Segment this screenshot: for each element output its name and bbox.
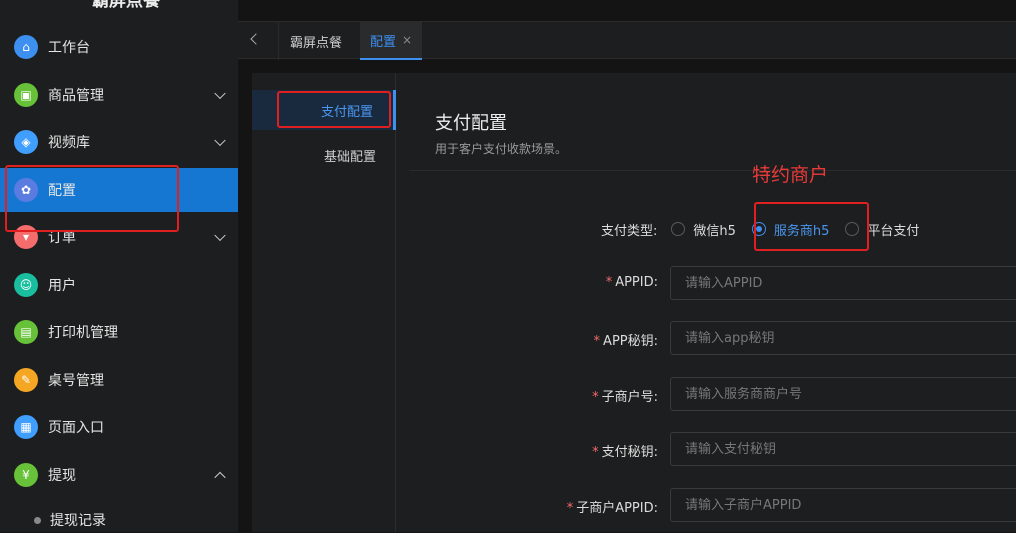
field-label-text: 子商户号: xyxy=(601,390,658,405)
sidebar-item-goods[interactable]: ▣ 商品管理 xyxy=(0,73,238,117)
radio-label: 服务商h5 xyxy=(773,223,830,239)
tabs-bar: 霸屏点餐 配置 × xyxy=(238,21,1016,60)
cube-icon: ◈ xyxy=(14,130,38,154)
sidebar-item-label: 订单 xyxy=(48,230,76,246)
radio-circle-icon xyxy=(671,222,686,236)
chevron-down-icon xyxy=(214,87,226,100)
chevron-down-icon xyxy=(214,134,226,147)
page-icon: ▦ xyxy=(14,415,38,439)
sidebar-item-pages[interactable]: ▦ 页面入口 xyxy=(0,405,238,449)
submenu-item-label: 支付配置 xyxy=(320,104,373,120)
sidebar-item-tables[interactable]: ✎ 桌号管理 xyxy=(0,358,238,402)
home-icon: ⌂ xyxy=(14,35,38,59)
sidebar-item-config[interactable]: ✿ 配置 xyxy=(0,168,238,212)
submenu-item-label: 基础配置 xyxy=(323,149,376,165)
pay-type-label: 支付类型: xyxy=(601,223,658,239)
tab-label: 霸屏点餐 xyxy=(290,35,343,51)
radio-label: 平台支付 xyxy=(867,223,920,239)
tab-config[interactable]: 配置 × xyxy=(360,22,423,60)
cart-icon: ▾ xyxy=(14,225,38,249)
sidebar-item-label: 配置 xyxy=(48,183,76,199)
appid-input[interactable] xyxy=(670,266,1016,300)
sidebar-item-label: 桌号管理 xyxy=(48,373,104,389)
sidebar-subitem-label: 提现记录 xyxy=(50,513,106,529)
field-label-text: APP秘钥: xyxy=(603,334,658,349)
divider xyxy=(409,170,1016,171)
settings-icon: ✿ xyxy=(14,178,38,202)
sub-merchant-id-input[interactable] xyxy=(670,377,1016,411)
sidebar-item-label: 用户 xyxy=(48,278,76,294)
required-mark: * xyxy=(592,390,599,405)
chevron-left-icon[interactable] xyxy=(250,33,262,45)
sidebar-item-label: 打印机管理 xyxy=(48,325,118,341)
field-label-text: 子商户APPID: xyxy=(576,501,658,516)
chevron-up-icon xyxy=(214,471,226,484)
sidebar-item-printers[interactable]: ▤ 打印机管理 xyxy=(0,310,238,354)
sidebar-item-withdraw[interactable]: ¥ 提现 xyxy=(0,453,238,497)
sidebar-item-orders[interactable]: ▾ 订单 xyxy=(0,215,238,259)
radio-label: 微信h5 xyxy=(693,223,736,239)
printer-icon: ▤ xyxy=(14,320,38,344)
app-secret-label: * APP秘钥: xyxy=(594,330,658,349)
radio-circle-icon xyxy=(845,222,860,236)
config-panel: 支付配置 基础配置 支付配置 用于客户支付收款场景。 支付类型: 微信h5 服务… xyxy=(252,73,1016,532)
radio-circle-icon xyxy=(751,222,766,236)
app-secret-input[interactable] xyxy=(670,321,1016,355)
brand-title: 霸屏点餐 xyxy=(92,0,160,11)
goods-icon: ▣ xyxy=(14,83,38,107)
chevron-down-icon xyxy=(214,229,226,242)
pay-secret-input[interactable] xyxy=(670,432,1016,466)
required-mark: * xyxy=(566,501,574,516)
sidebar-item-label: 商品管理 xyxy=(48,88,104,104)
sidebar-item-label: 视频库 xyxy=(48,135,90,151)
sub-merchant-appid-input[interactable] xyxy=(670,488,1016,522)
sub-merchant-appid-label: * 子商户APPID: xyxy=(567,497,658,516)
close-icon[interactable]: × xyxy=(402,33,412,47)
sidebar-item-label: 工作台 xyxy=(48,40,90,56)
tab-home[interactable]: 霸屏点餐 xyxy=(280,22,352,60)
divider xyxy=(278,22,279,60)
sidebar-item-label: 页面入口 xyxy=(48,420,104,436)
sub-merchant-id-label: * 子商户号: xyxy=(592,386,658,405)
bullet-icon xyxy=(34,516,41,524)
submenu-item-basic[interactable]: 基础配置 xyxy=(252,135,396,175)
pay-secret-label: * 支付秘钥: xyxy=(592,441,658,460)
radio-service-provider-h5[interactable]: 服务商h5 xyxy=(751,220,830,239)
appid-label: * APPID: xyxy=(606,275,658,290)
radio-platform-pay[interactable]: 平台支付 xyxy=(845,220,919,239)
yen-icon: ¥ xyxy=(14,463,38,487)
required-mark: * xyxy=(592,445,599,460)
field-label-text: APPID: xyxy=(615,275,658,290)
sidebar-item-workbench[interactable]: ⌂ 工作台 xyxy=(0,25,238,69)
sidebar-item-video[interactable]: ◈ 视频库 xyxy=(0,120,238,164)
users-icon: ☺ xyxy=(14,273,38,297)
form-title: 支付配置 xyxy=(435,113,507,134)
submenu-item-payment[interactable]: 支付配置 xyxy=(252,90,396,130)
annotation-text: 特约商户 xyxy=(752,164,829,186)
radio-wechat-h5[interactable]: 微信h5 xyxy=(671,220,736,239)
form-description: 用于客户支付收款场景。 xyxy=(435,142,568,156)
tab-label: 配置 xyxy=(370,34,397,50)
sidebar-subitem-withdraw-records[interactable]: 提现记录 xyxy=(34,507,106,533)
field-label-text: 支付秘钥: xyxy=(601,445,658,460)
table-icon: ✎ xyxy=(14,368,38,392)
sidebar-item-users[interactable]: ☺ 用户 xyxy=(0,263,238,307)
required-mark: * xyxy=(605,275,613,290)
sidebar: 霸屏点餐 ⌂ 工作台 ▣ 商品管理 ◈ 视频库 ✿ 配置 ▾ 订单 ☺ 用户 ▤… xyxy=(0,0,238,532)
config-submenu: 支付配置 基础配置 xyxy=(252,73,396,532)
sidebar-item-label: 提现 xyxy=(48,468,76,484)
pay-type-row: 支付类型: 微信h5 服务商h5 平台支付 xyxy=(601,218,935,240)
required-mark: * xyxy=(593,334,601,349)
